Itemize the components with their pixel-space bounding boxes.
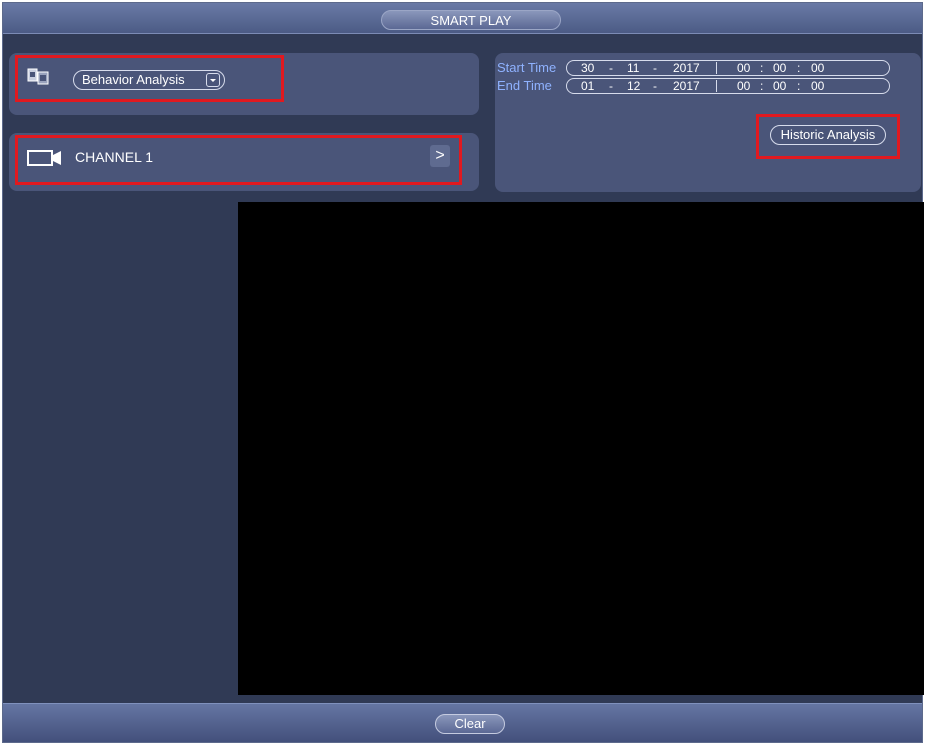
start-year[interactable]: 2017 xyxy=(673,61,700,76)
historic-analysis-label: Historic Analysis xyxy=(780,127,876,142)
end-date-sep-2: - xyxy=(653,79,657,93)
start-time-sep-2: : xyxy=(797,61,801,75)
bottom-bar: Clear xyxy=(3,703,922,742)
end-time-sep-2: : xyxy=(797,79,801,93)
end-date-sep-1: - xyxy=(609,79,613,93)
mode-select[interactable]: Behavior Analysis xyxy=(73,70,225,90)
start-minute[interactable]: 00 xyxy=(773,61,786,76)
clear-label: Clear xyxy=(454,716,486,731)
start-divider xyxy=(716,62,717,74)
smart-play-window: SMART PLAY Behavior Analysis CHANNEL 1 > xyxy=(2,2,924,743)
mode-select-value: Behavior Analysis xyxy=(82,72,185,87)
start-time-label: Start Time xyxy=(497,60,557,75)
end-hour[interactable]: 00 xyxy=(737,79,750,94)
chevron-down-icon[interactable] xyxy=(206,73,220,87)
end-second[interactable]: 00 xyxy=(811,79,824,94)
behavior-analysis-icon xyxy=(27,67,49,85)
end-month[interactable]: 12 xyxy=(627,79,640,94)
title-bar: SMART PLAY xyxy=(3,3,922,34)
start-date-sep-2: - xyxy=(653,61,657,75)
end-time-sep-1: : xyxy=(760,79,764,93)
chevron-right-icon: > xyxy=(435,147,445,164)
camera-icon xyxy=(27,149,63,167)
end-day[interactable]: 01 xyxy=(581,79,594,94)
end-divider xyxy=(716,80,717,92)
historic-analysis-button[interactable]: Historic Analysis xyxy=(770,125,886,145)
end-year[interactable]: 2017 xyxy=(673,79,700,94)
video-playback-area[interactable] xyxy=(238,202,924,695)
start-second[interactable]: 00 xyxy=(811,61,824,76)
start-time-sep-1: : xyxy=(760,61,764,75)
start-time-field[interactable]: 30 - 11 - 2017 00 : 00 : 00 xyxy=(566,60,890,76)
start-day[interactable]: 30 xyxy=(581,61,594,76)
start-date-sep-1: - xyxy=(609,61,613,75)
clear-button[interactable]: Clear xyxy=(435,714,505,734)
channel-label: CHANNEL 1 xyxy=(75,149,154,165)
start-month[interactable]: 11 xyxy=(627,61,639,76)
channel-next-button[interactable]: > xyxy=(430,145,450,167)
window-title: SMART PLAY xyxy=(381,10,561,30)
end-minute[interactable]: 00 xyxy=(773,79,786,94)
end-time-label: End Time xyxy=(497,78,552,93)
end-time-field[interactable]: 01 - 12 - 2017 00 : 00 : 00 xyxy=(566,78,890,94)
start-hour[interactable]: 00 xyxy=(737,61,750,76)
